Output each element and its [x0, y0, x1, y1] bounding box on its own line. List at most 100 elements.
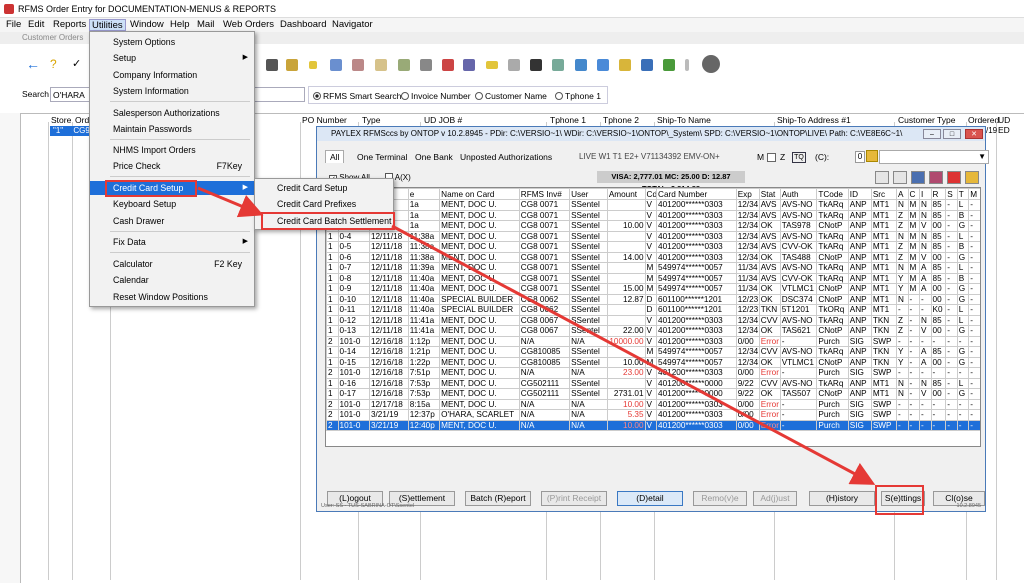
table-row[interactable]: 1 0-7 12/11/18 11:39a MENT, DOC U. CG8 0071 SS… — [326, 262, 980, 274]
help-question-icon[interactable]: ? — [50, 58, 62, 70]
menu-window[interactable]: Window — [128, 19, 166, 31]
menu-calendar[interactable]: Calendar — [90, 273, 254, 287]
table-row[interactable]: 1 0-11 12/11/18 11:40a SPECIAL BUILDER CG8 00… — [326, 304, 980, 316]
toolbar-icon-6[interactable] — [375, 59, 387, 71]
table-row[interactable]: 1 0-6 12/11/18 11:38a MENT, DOC U. CG8 0071 SS… — [326, 251, 980, 263]
binoculars-icon[interactable] — [530, 59, 542, 71]
toolbar-icon-12[interactable] — [575, 59, 587, 71]
batch-report-button[interactable]: Batch (R)eport — [465, 491, 531, 506]
radio-invoice-number[interactable]: Invoice Number — [401, 91, 471, 101]
menu-salesperson-authorizations[interactable]: Salesperson Authorizations — [90, 106, 254, 120]
grid-col-8[interactable]: Cd — [644, 188, 658, 200]
menu-company-information[interactable]: Company Information — [90, 68, 254, 82]
table-row[interactable]: 1 0-8 12/11/18 11:40a MENT, DOC U. CG8 0071 SS… — [326, 272, 980, 284]
toolbar-icon-14[interactable] — [641, 59, 653, 71]
menu-keyboard-setup[interactable]: Keyboard Setup — [90, 197, 254, 211]
grid-col-21[interactable]: T — [956, 188, 970, 200]
col-customer-type[interactable]: Customer Type — [898, 115, 955, 125]
table-row[interactable]: 1 0-12 12/11/18 11:41a MENT, DOC U. CG8 0067 S… — [326, 314, 980, 326]
col-tphone-1[interactable]: Tphone 1 — [550, 115, 586, 125]
menu-calculator[interactable]: Calculator F2 Key — [90, 257, 254, 271]
grid-col-15[interactable]: Src — [870, 188, 897, 200]
close-window-button[interactable]: ✕ — [965, 129, 983, 139]
col-type[interactable]: Type — [362, 115, 380, 125]
menu-setup[interactable]: Setup ▶ — [90, 51, 254, 65]
remove-button[interactable]: Remo(v)e — [693, 491, 747, 506]
tab-one-terminal[interactable]: One Terminal — [357, 152, 407, 162]
tq-button[interactable]: TQ — [792, 152, 806, 163]
table-row[interactable]: 1 0-13 12/11/18 11:41a MENT, DOC U. CG8 0067 S… — [326, 325, 980, 337]
check-icon[interactable]: ✓ — [72, 58, 84, 70]
table-row[interactable]: 1 0-4 12/11/18 11:38a MENT, DOC U. CG8 0071 SS… — [326, 230, 980, 242]
toolbar-icon-9[interactable] — [463, 59, 475, 71]
toolbar-icon-5[interactable] — [352, 59, 364, 71]
terminal-dropdown[interactable]: ▼ — [879, 150, 989, 164]
table-row[interactable]: 2 101-0 3/21/19 12:40p MENT, DOC U. N/A N/A 10.… — [326, 419, 980, 431]
print-receipt-button[interactable]: (P)rint Receipt — [541, 491, 607, 506]
mail-icon[interactable] — [597, 59, 609, 71]
col-ordered[interactable]: Ordered — [968, 115, 999, 125]
toolbar-icon-8[interactable] — [442, 59, 454, 71]
col-ud-job[interactable]: UD JOB # — [424, 115, 462, 125]
grid-col-10[interactable]: Exp — [735, 188, 760, 200]
pdf-icon[interactable] — [947, 171, 961, 184]
menu-reports[interactable]: Reports — [51, 19, 88, 31]
menu-navigator[interactable]: Navigator — [330, 19, 375, 31]
menu-system-information[interactable]: System Information — [90, 84, 254, 98]
table-row[interactable]: 2 101-0 12/16/18 1:12p MENT, DOC U. N/A N/A 100… — [326, 335, 980, 347]
grid-col-19[interactable]: R — [930, 188, 947, 200]
table-row[interactable]: 2 101-0 12/17/18 8:15a MENT, DOC U. N/A N/A 10.… — [326, 398, 980, 410]
detail-button[interactable]: (D)etail — [617, 491, 683, 506]
folder-icon[interactable] — [866, 150, 878, 162]
menu-price-check[interactable]: Price Check F7Key — [90, 159, 254, 173]
book-icon[interactable] — [663, 59, 675, 71]
table-row[interactable]: 11aMENT, DOC U.CG8 0071SSentelV401200***… — [326, 199, 980, 211]
menu-edit[interactable]: Edit — [26, 19, 46, 31]
col-ud-ed[interactable]: UD ED — [998, 115, 1024, 135]
grid-col-4[interactable]: Name on Card — [439, 188, 520, 200]
table-row[interactable]: 1 0-9 12/11/18 11:40a MENT, DOC U. CG8 0071 SS… — [326, 283, 980, 295]
col-ship-to-name[interactable]: Ship-To Name — [657, 115, 711, 125]
menu-utilities[interactable]: Utilities — [89, 19, 126, 31]
toolbar-icon-10[interactable] — [486, 61, 498, 69]
table-row[interactable]: 1 0-15 12/16/18 1:22p MENT, DOC U. CG810085 SS… — [326, 356, 980, 368]
paperclip-icon[interactable] — [508, 59, 520, 71]
col-po-number[interactable]: PO Number — [302, 115, 347, 125]
grid-col-13[interactable]: TCode — [816, 188, 849, 200]
menu-cash-drawer[interactable]: Cash Drawer — [90, 214, 254, 228]
copy-icon[interactable] — [893, 171, 907, 184]
menu-reset-window-positions[interactable]: Reset Window Positions — [90, 290, 254, 304]
tab-one-bank[interactable]: One Bank — [415, 152, 453, 162]
maximize-button[interactable]: □ — [943, 129, 961, 139]
toolbar-icon-11[interactable] — [552, 59, 564, 71]
transactions-grid[interactable]: e Name on Card RFMS Inv# User Amount Cd Card N… — [325, 187, 981, 447]
table-row[interactable]: 1 0-5 12/11/18 11:38a MENT, DOC U. CG8 0071 SS… — [326, 241, 980, 253]
grid-icon[interactable] — [911, 171, 925, 184]
table-row[interactable]: 1 0-14 12/16/18 1:21p MENT, DOC U. CG810085 SS… — [326, 346, 980, 358]
menu-web-orders[interactable]: Web Orders — [221, 19, 276, 31]
radio-smart-search[interactable]: RFMS Smart Search — [313, 91, 401, 101]
submenu-credit-card-batch-settlement[interactable]: Credit Card Batch Settlement — [261, 212, 395, 230]
grid-col-22[interactable]: M — [968, 188, 980, 200]
tab-all[interactable]: All — [325, 150, 345, 163]
back-arrow-icon[interactable]: ← — [26, 57, 40, 71]
grid-col-16[interactable]: A — [896, 188, 909, 200]
grid-col-17[interactable]: C — [907, 188, 920, 200]
table-row[interactable]: 1 0-10 12/11/18 11:40a SPECIAL BUILDER CG8 00… — [326, 293, 980, 305]
table-row[interactable]: 2 101-0 3/21/19 12:37p O'HARA, SCARLET N/A N/A… — [326, 409, 980, 421]
grid-col-5[interactable]: RFMS Inv# — [518, 188, 571, 200]
grid-col-6[interactable]: User — [569, 188, 608, 200]
printer-icon[interactable] — [420, 59, 432, 71]
toolbar-icon-7[interactable] — [398, 59, 410, 71]
table-row[interactable]: 1 0-16 12/16/18 7:53p MENT, DOC U. CG502111 SS… — [326, 377, 980, 389]
print-icon[interactable] — [965, 171, 979, 184]
toolbar-icon-13[interactable] — [619, 59, 631, 71]
m-checkbox[interactable] — [767, 153, 776, 162]
adjust-button[interactable]: Ad(j)ust — [753, 491, 797, 506]
chart-icon[interactable] — [929, 171, 943, 184]
history-button[interactable]: (H)istory — [809, 491, 875, 506]
menu-help[interactable]: Help — [168, 19, 192, 31]
toolbar-icon-2[interactable] — [286, 59, 298, 71]
table-row[interactable]: 2 101-0 12/16/18 7:51p MENT, DOC U. N/A N/A 23.… — [326, 367, 980, 379]
c-value-input[interactable]: 0 — [855, 151, 865, 163]
